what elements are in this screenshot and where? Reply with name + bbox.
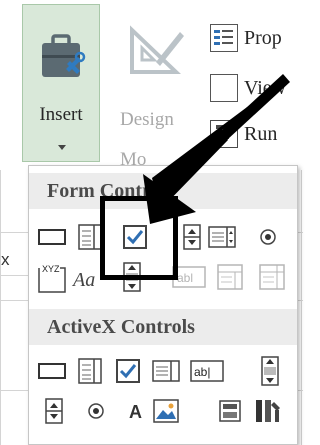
view-code-button[interactable]: View (210, 72, 286, 104)
svg-text:abl: abl (177, 271, 193, 285)
spin-button-icon (183, 224, 201, 250)
command-button-activex-control[interactable] (37, 356, 67, 386)
option-button-activex-control[interactable] (81, 396, 111, 426)
image-icon (153, 399, 179, 423)
spin-button-icon (45, 398, 63, 424)
combo-box-activex-control[interactable] (75, 356, 105, 386)
check-box-icon (116, 359, 140, 383)
grid-line (0, 170, 1, 445)
group-box-icon: XYZ (38, 264, 66, 293)
more-controls-activex-control[interactable] (253, 396, 283, 426)
insert-controls-button[interactable]: Insert (22, 4, 100, 162)
chevron-down-icon (58, 145, 66, 150)
svg-text:A: A (129, 402, 142, 422)
view-code-icon (210, 74, 238, 102)
list-box-activex-control[interactable] (151, 356, 181, 386)
cell-fragment-text: x (1, 250, 10, 269)
button-form-control[interactable] (37, 222, 67, 252)
scroll-bar-icon (261, 356, 279, 386)
properties-button[interactable]: Prop (210, 22, 282, 54)
option-button-icon (260, 229, 276, 245)
run-dialog-label: Run (244, 122, 278, 145)
grid-line (0, 300, 28, 301)
insert-label: Insert (39, 104, 83, 125)
spin-button-form-control[interactable] (177, 222, 207, 252)
check-box-activex-control[interactable] (113, 356, 143, 386)
design-mode-button[interactable]: Design Mo (118, 4, 196, 170)
command-button-icon (38, 363, 66, 379)
svg-text:ab|: ab| (194, 365, 210, 379)
run-dialog-icon (210, 120, 238, 148)
view-code-label: View (244, 76, 287, 99)
grid-line (301, 170, 302, 445)
grid-line (298, 232, 303, 233)
properties-icon (210, 24, 238, 52)
list-box-form-control[interactable] (207, 222, 237, 252)
spin-button-activex-control[interactable] (39, 396, 69, 426)
list-box-icon (208, 226, 236, 248)
grid-line (0, 275, 28, 276)
option-button-form-control[interactable] (253, 222, 283, 252)
label-activex-control[interactable]: A (121, 396, 151, 426)
text-box-activex-control[interactable]: ab| (189, 356, 225, 386)
list-box-icon (152, 360, 180, 382)
grid-line (298, 300, 303, 301)
grid-line (0, 232, 28, 233)
option-button-icon (88, 403, 104, 419)
combo-list-edit-form-control[interactable] (215, 262, 245, 292)
text-box-icon: ab| (190, 360, 224, 382)
combo-list-edit-icon (217, 264, 243, 290)
run-dialog-button[interactable]: Run (210, 118, 277, 150)
toggle-button-icon (219, 400, 241, 422)
combo-box-icon (78, 358, 102, 384)
label-icon: A (129, 402, 142, 422)
combo-drop-down-edit-icon (259, 264, 285, 290)
properties-label: Prop (244, 26, 282, 49)
combo-drop-down-edit-form-control[interactable] (257, 262, 287, 292)
design-mode-icon (126, 22, 186, 83)
grid-line (298, 390, 303, 391)
group-box-form-control[interactable]: XYZ (35, 262, 69, 296)
toggle-button-activex-control[interactable] (215, 396, 245, 426)
button-icon (38, 229, 66, 245)
scroll-bar-activex-control[interactable] (255, 356, 285, 386)
svg-text:Aa: Aa (71, 269, 95, 291)
highlight-box (100, 196, 178, 280)
toolbox-icon (40, 27, 86, 94)
more-controls-icon (256, 400, 280, 422)
grid-line (0, 390, 28, 391)
activex-controls-header: ActiveX Controls (29, 309, 297, 345)
image-activex-control[interactable] (151, 396, 181, 426)
svg-text:XYZ: XYZ (42, 264, 60, 274)
